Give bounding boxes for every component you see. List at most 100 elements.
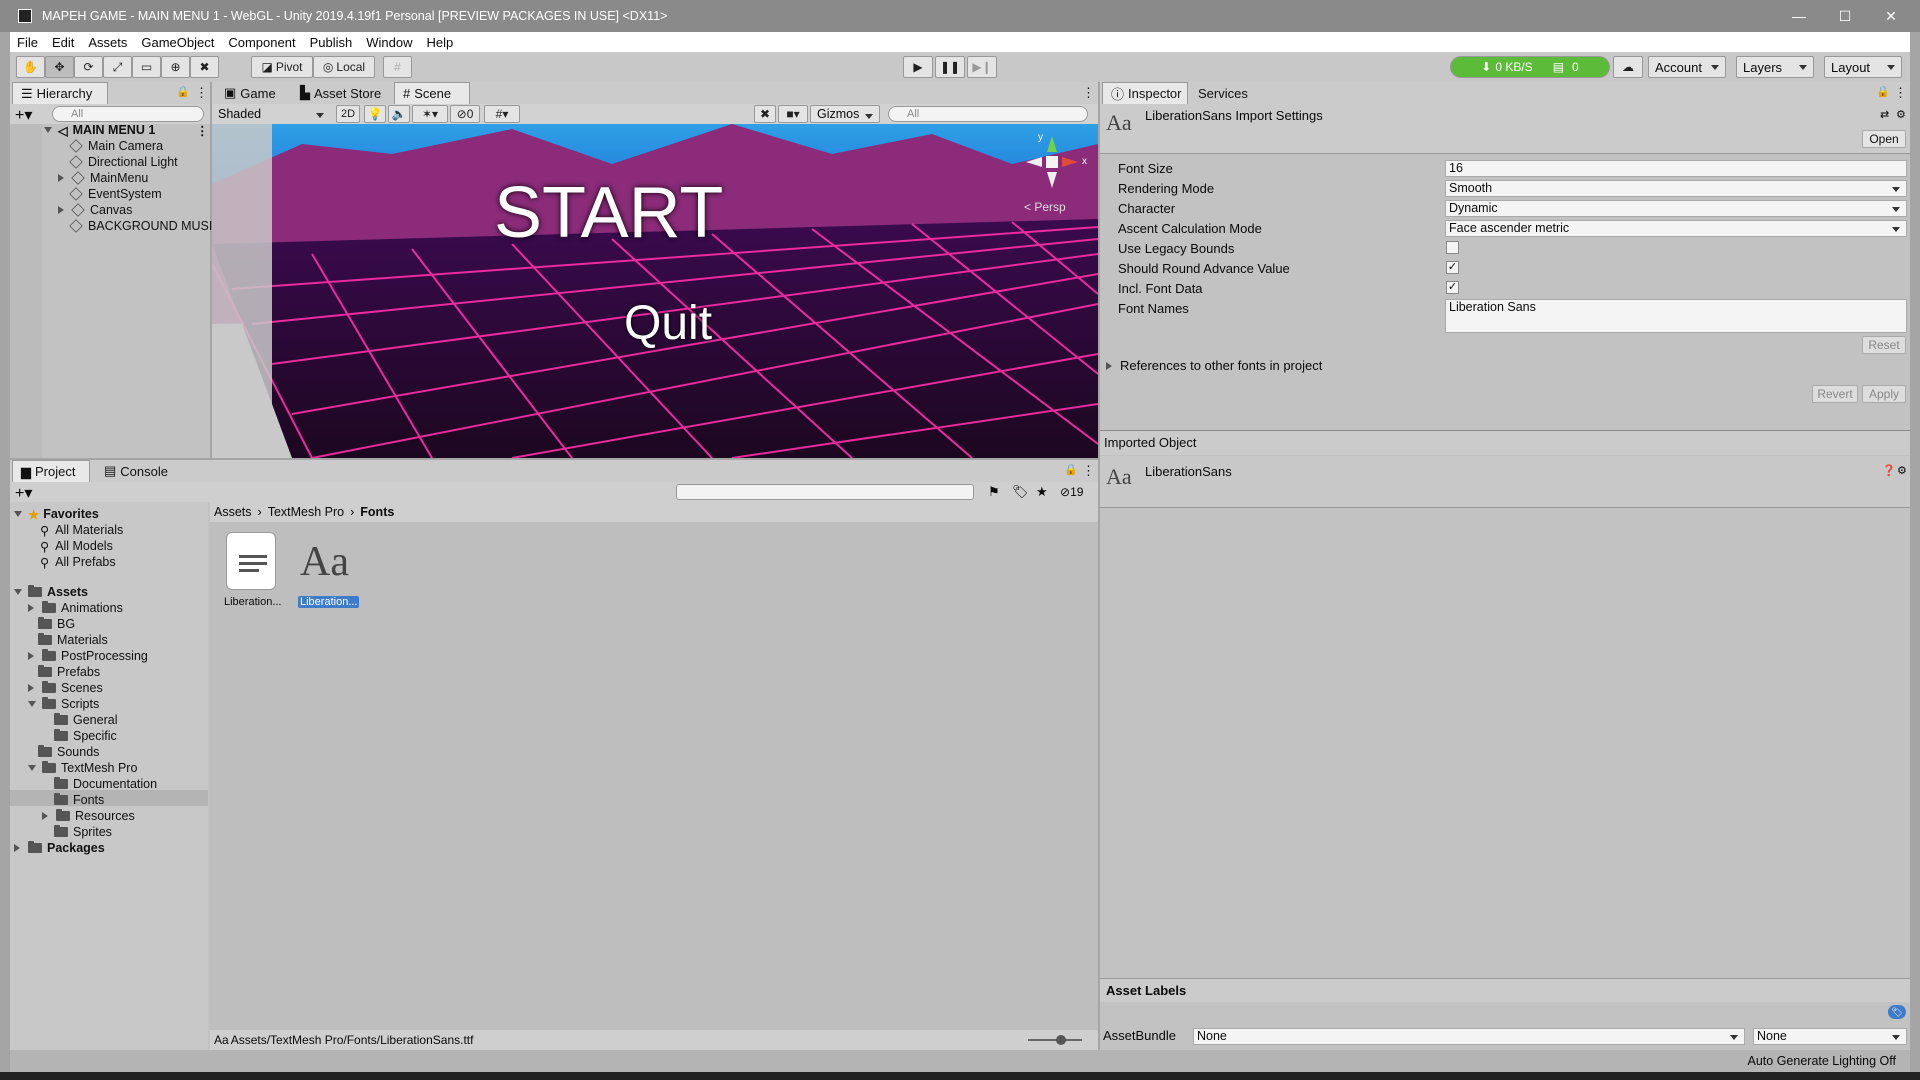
folder-item[interactable]: Animations <box>28 600 123 616</box>
grid-snap-icon[interactable]: # <box>383 56 412 78</box>
folder-item[interactable]: Scenes <box>28 680 103 696</box>
character-dropdown[interactable]: Dynamic <box>1445 200 1907 217</box>
tab-services[interactable]: Services <box>1190 82 1256 104</box>
label-tag-icon[interactable]: 🏷 <box>1888 1005 1906 1019</box>
help-icon[interactable]: ❓ <box>1882 464 1896 477</box>
font-size-field[interactable]: 16 <box>1445 160 1907 177</box>
revert-button[interactable]: Revert <box>1812 385 1858 403</box>
account-dropdown[interactable]: Account <box>1648 56 1726 78</box>
folder-item-selected[interactable]: Fonts <box>54 792 104 808</box>
expand-arrow-icon[interactable] <box>28 604 38 612</box>
scene-kebab-icon[interactable]: ⋮ <box>1082 85 1095 101</box>
tab-game[interactable]: ▣ Game <box>216 82 284 104</box>
ascent-mode-dropdown[interactable]: Face ascender metric <box>1445 220 1907 237</box>
legacy-bounds-checkbox[interactable] <box>1446 241 1459 254</box>
effects-icon[interactable]: ✶▾ <box>412 105 448 123</box>
scene-menu-icon[interactable]: ⋮ <box>196 123 209 138</box>
camera-icon[interactable]: ■▾ <box>778 105 808 123</box>
packages-row[interactable]: Packages <box>14 840 105 856</box>
round-advance-checkbox[interactable]: ✓ <box>1446 261 1459 274</box>
cloud-icon[interactable]: ☁ <box>1613 56 1643 78</box>
folder-item[interactable]: Scripts <box>28 696 99 712</box>
menu-publish[interactable]: Publish <box>303 35 360 50</box>
asset-tile[interactable]: Liberation... <box>222 532 281 612</box>
custom-tool-icon[interactable]: ✖ <box>190 56 219 78</box>
hierarchy-item[interactable]: EventSystem <box>69 186 162 202</box>
quit-text[interactable]: Quit <box>624 296 712 351</box>
filter-label-icon[interactable]: 🏷 <box>1012 484 1029 500</box>
expand-arrow-icon[interactable] <box>28 701 36 711</box>
hand-tool-icon[interactable]: ✋ <box>16 56 45 78</box>
rect-tool-icon[interactable]: ▭ <box>132 56 161 78</box>
minimize-button[interactable]: — <box>1776 0 1822 32</box>
menu-window[interactable]: Window <box>359 35 419 50</box>
network-status[interactable]: ⬇ 0 KB/S ▤ 0 <box>1450 56 1610 78</box>
hierarchy-search-input[interactable]: All <box>52 106 204 122</box>
tab-scene[interactable]: # Scene <box>394 82 470 104</box>
lighting-icon[interactable]: 💡 <box>364 105 386 123</box>
tab-asset-store[interactable]: ▙ Asset Store <box>292 82 389 104</box>
favorite-item[interactable]: ⚲ All Prefabs <box>40 554 116 570</box>
transform-tool-icon[interactable]: ⊕ <box>161 56 190 78</box>
menu-help[interactable]: Help <box>419 35 460 50</box>
pivot-toggle[interactable]: ◪ Pivot <box>251 56 313 78</box>
zoom-slider-track[interactable] <box>1028 1039 1082 1041</box>
kebab-menu-icon[interactable]: ⋮ <box>195 85 208 101</box>
lock-icon[interactable]: 🔒 <box>1064 463 1078 476</box>
settings-gear-icon[interactable]: ⚙ <box>1897 464 1907 477</box>
assetbundle-variant-dropdown[interactable]: None <box>1753 1028 1907 1045</box>
assets-row[interactable]: Assets <box>14 584 88 600</box>
references-foldout[interactable]: References to other fonts in project <box>1106 358 1322 373</box>
lighting-status[interactable]: Auto Generate Lighting Off <box>1748 1054 1896 1068</box>
lock-icon[interactable]: 🔒 <box>176 85 190 98</box>
folder-item[interactable]: General <box>54 712 117 728</box>
expand-arrow-icon[interactable] <box>58 206 68 214</box>
asset-tile-selected[interactable]: Aa Liberation... <box>298 532 362 612</box>
expand-arrow-icon[interactable] <box>28 765 36 775</box>
assetbundle-dropdown[interactable]: None <box>1193 1028 1745 1045</box>
menu-assets[interactable]: Assets <box>81 35 134 50</box>
hidden-packages-toggle[interactable]: ⊘19 <box>1060 485 1083 499</box>
folder-item[interactable]: TextMesh Pro <box>28 760 137 776</box>
pause-button[interactable]: ❚❚ <box>935 56 965 78</box>
tab-project[interactable]: ▆ Project <box>12 460 90 482</box>
preset-icon[interactable]: ⇄ <box>1880 108 1889 121</box>
folder-item[interactable]: Materials <box>38 632 108 648</box>
expand-arrow-icon[interactable] <box>44 127 52 137</box>
2d-toggle[interactable]: 2D <box>336 105 360 123</box>
play-button[interactable]: ▶ <box>903 56 933 78</box>
shading-dropdown[interactable]: Shaded <box>212 105 330 123</box>
breadcrumb-item-current[interactable]: Fonts <box>360 505 394 519</box>
folder-item[interactable]: BG <box>38 616 75 632</box>
scene-search-input[interactable]: All <box>888 106 1088 122</box>
menu-edit[interactable]: Edit <box>45 35 81 50</box>
expand-arrow-icon[interactable] <box>14 844 24 852</box>
folder-item[interactable]: Specific <box>54 728 117 744</box>
filter-type-icon[interactable]: ⚑ <box>988 484 1000 500</box>
rotate-tool-icon[interactable]: ⟳ <box>74 56 103 78</box>
expand-arrow-icon[interactable] <box>28 684 38 692</box>
close-button[interactable]: ✕ <box>1868 0 1914 32</box>
tab-hierarchy[interactable]: ☰ Hierarchy <box>12 82 108 104</box>
create-icon[interactable]: +▾ <box>15 483 32 503</box>
tab-console[interactable]: ▤ Console <box>96 460 176 482</box>
expand-arrow-icon[interactable] <box>14 589 22 599</box>
settings-gear-icon[interactable]: ⚙ <box>1896 108 1906 121</box>
gizmos-dropdown[interactable]: Gizmos <box>810 105 880 123</box>
tools-icon[interactable]: ✖ <box>754 105 776 123</box>
project-search-input[interactable] <box>676 484 974 500</box>
layers-dropdown[interactable]: Layers <box>1736 56 1814 78</box>
favorite-star-icon[interactable]: ★ <box>1036 484 1048 500</box>
incl-font-data-checkbox[interactable]: ✓ <box>1446 281 1459 294</box>
menu-file[interactable]: File <box>10 35 45 50</box>
kebab-menu-icon[interactable]: ⋮ <box>1082 463 1095 479</box>
persp-label[interactable]: < Persp <box>1024 200 1066 214</box>
scene-row[interactable]: ◁ MAIN MENU 1 ⋮ <box>44 122 209 138</box>
maximize-button[interactable]: ☐ <box>1822 0 1868 32</box>
expand-arrow-icon[interactable] <box>14 511 22 521</box>
hierarchy-item[interactable]: Directional Light <box>69 154 178 170</box>
favorite-item[interactable]: ⚲ All Models <box>40 538 113 554</box>
scene-viewport[interactable]: START Quit y x < Persp <box>212 124 1098 458</box>
scale-tool-icon[interactable]: ⤢ <box>103 56 132 78</box>
open-button[interactable]: Open <box>1862 130 1906 148</box>
